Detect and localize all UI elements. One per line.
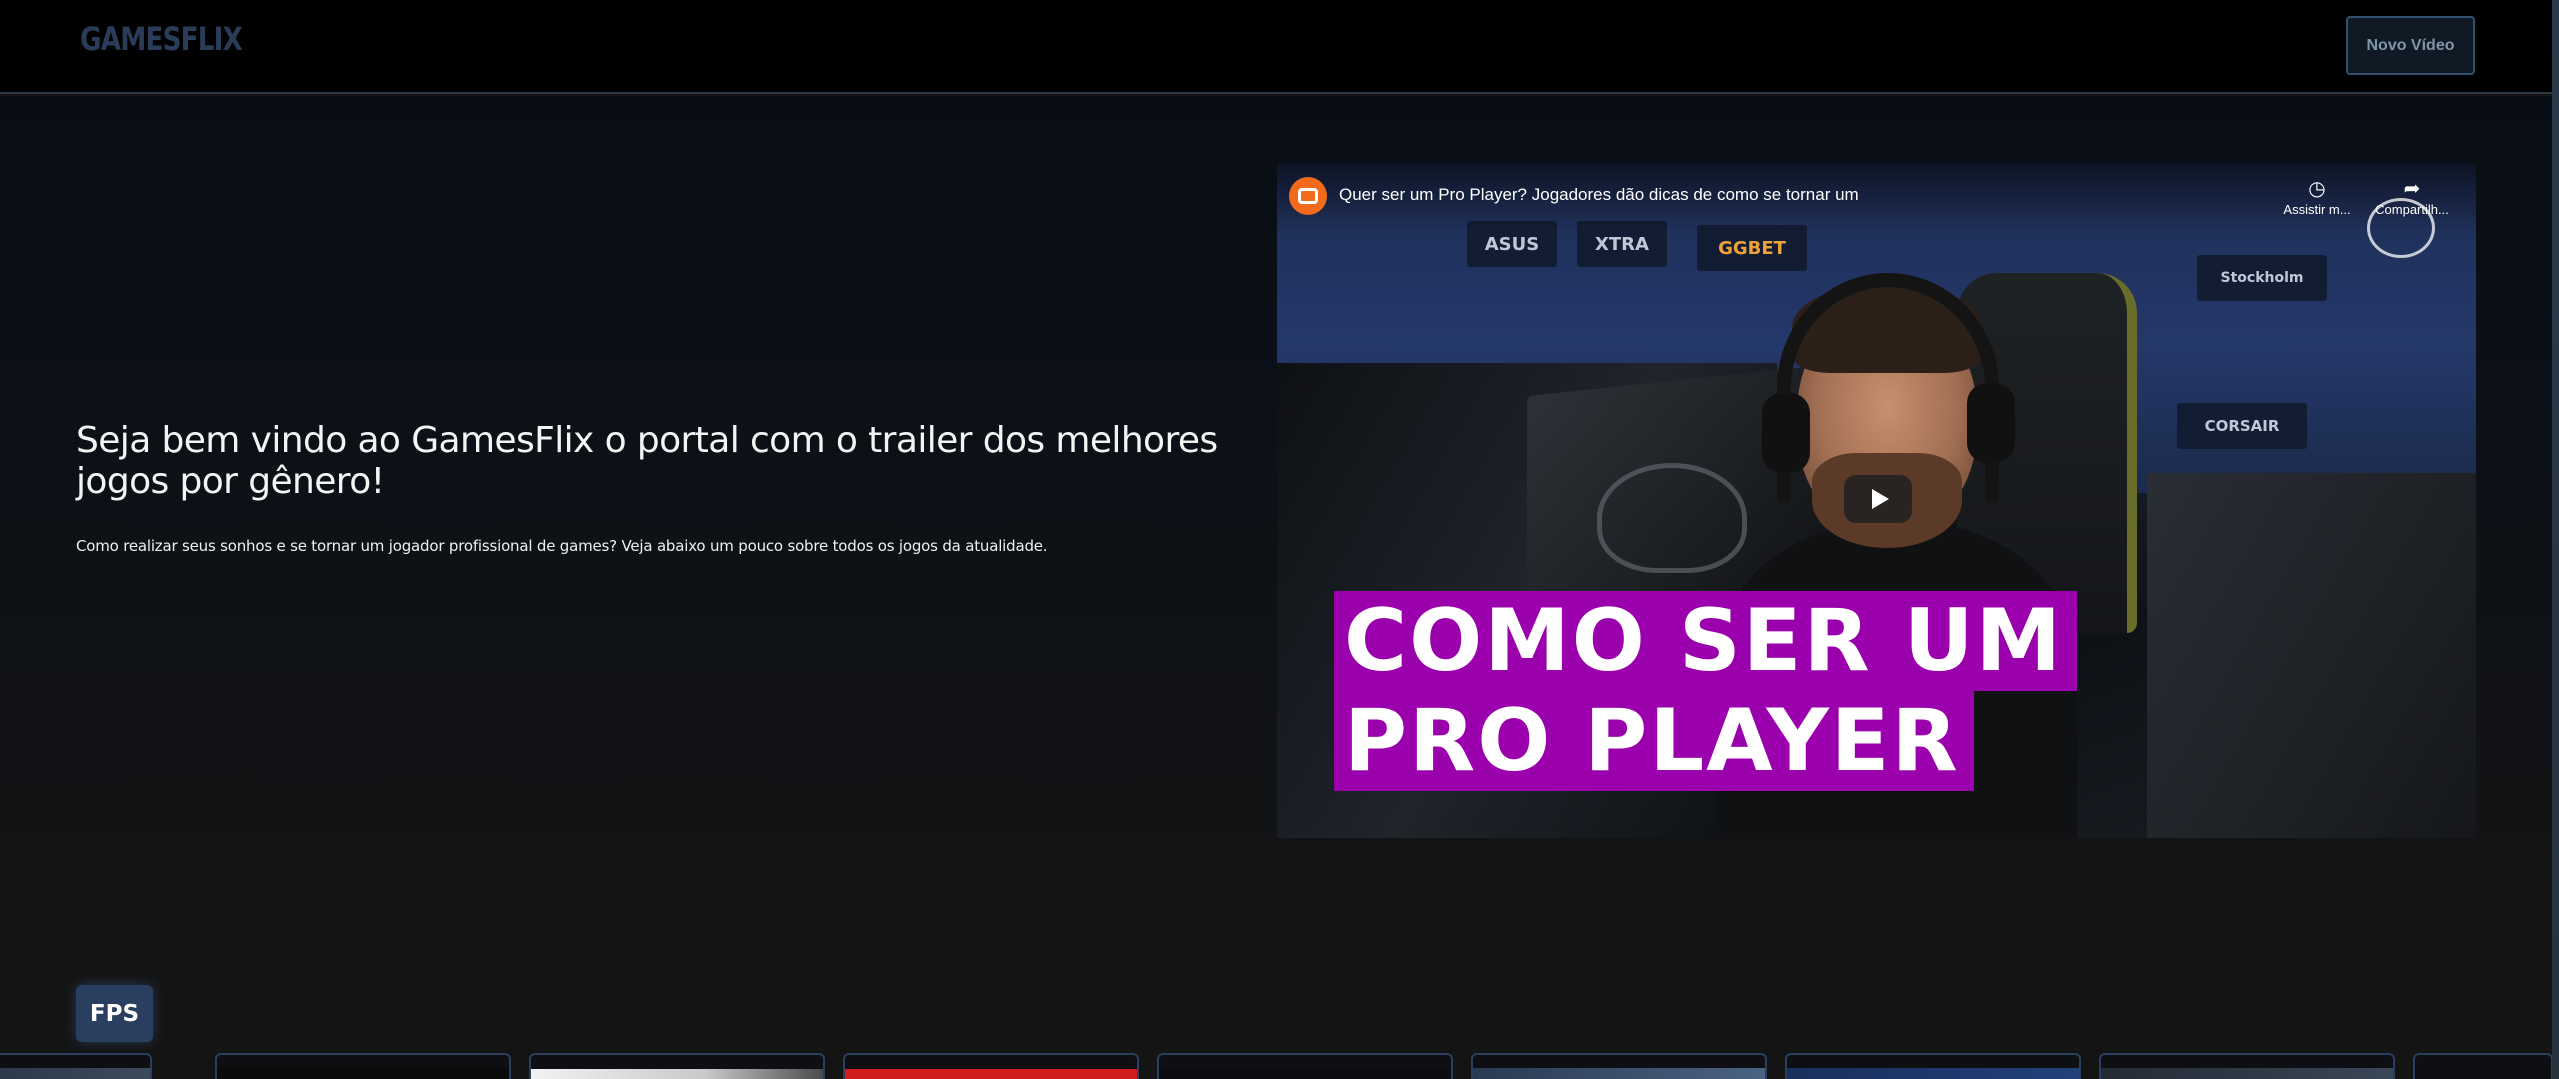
share-arrow-icon: ➦ <box>2403 176 2421 200</box>
share-label: Compartilh... <box>2375 202 2449 217</box>
video-card-thumbnail <box>845 1069 1137 1079</box>
headset-earcup-right <box>1967 383 2015 463</box>
video-card-thumbnail <box>0 1068 150 1079</box>
header: GAMESFLIX Novo Vídeo <box>0 0 2552 94</box>
hero-description: Como realizar seus sonhos e se tornar um… <box>76 537 1048 555</box>
clock-icon: ◷ <box>2308 176 2326 200</box>
video-card[interactable] <box>2413 1053 2553 1079</box>
video-cards-row <box>0 1053 2553 1079</box>
headset-icon <box>1777 273 1999 503</box>
video-card[interactable] <box>1157 1053 1453 1079</box>
page-scrollbar[interactable] <box>2552 0 2559 1079</box>
wall-sponsor-logo: CORSAIR <box>2177 403 2307 449</box>
headset-earcup-left <box>1762 393 1810 473</box>
video-title[interactable]: Quer ser um Pro Player? Jogadores dão di… <box>1339 185 1859 205</box>
video-card-thumbnail <box>1787 1068 2079 1079</box>
video-card[interactable] <box>1785 1053 2081 1079</box>
wall-sponsor-logo: Stockholm <box>2197 255 2327 301</box>
scrollbar-thumb[interactable] <box>2552 0 2559 1079</box>
video-overlay-text-line-2: PRO PLAYER <box>1334 691 1974 791</box>
video-player[interactable]: ASUS XTRA GGBET CORSAIR Stockholm COMO S… <box>1277 163 2476 838</box>
video-card-thumbnail <box>217 1068 509 1079</box>
page: GAMESFLIX Novo Vídeo Seja bem vindo ao G… <box>0 0 2559 1079</box>
hero-title: Seja bem vindo ao GamesFlix o portal com… <box>76 420 1218 502</box>
logo[interactable]: GAMESFLIX <box>80 20 243 58</box>
new-video-button[interactable]: Novo Vídeo <box>2346 16 2475 75</box>
video-card[interactable] <box>215 1053 511 1079</box>
video-card-thumbnail <box>2415 1068 2551 1079</box>
video-card[interactable] <box>529 1053 825 1079</box>
video-card-thumbnail <box>531 1069 823 1079</box>
play-button[interactable] <box>1844 475 1912 523</box>
rog-logo-icon <box>1597 463 1747 573</box>
video-thumbnail-right-monitor <box>2147 473 2476 838</box>
video-overlay-text-line-1: COMO SER UM <box>1334 591 2078 691</box>
tv-icon <box>1298 188 1318 204</box>
video-card-thumbnail <box>2101 1068 2393 1079</box>
watch-later-button[interactable]: ◷ Assistir m... <box>2277 177 2357 217</box>
channel-avatar-icon[interactable] <box>1289 177 1327 215</box>
video-card-thumbnail <box>1159 1068 1451 1079</box>
video-card-thumbnail <box>1473 1068 1765 1079</box>
video-card[interactable] <box>843 1053 1139 1079</box>
share-button[interactable]: ➦ Compartilh... <box>2367 177 2457 217</box>
video-card[interactable] <box>1471 1053 1767 1079</box>
watch-later-label: Assistir m... <box>2283 202 2351 217</box>
video-card[interactable] <box>0 1053 152 1079</box>
video-card[interactable] <box>2099 1053 2395 1079</box>
category-tag-fps[interactable]: FPS <box>76 985 153 1042</box>
play-icon <box>1871 489 1889 509</box>
